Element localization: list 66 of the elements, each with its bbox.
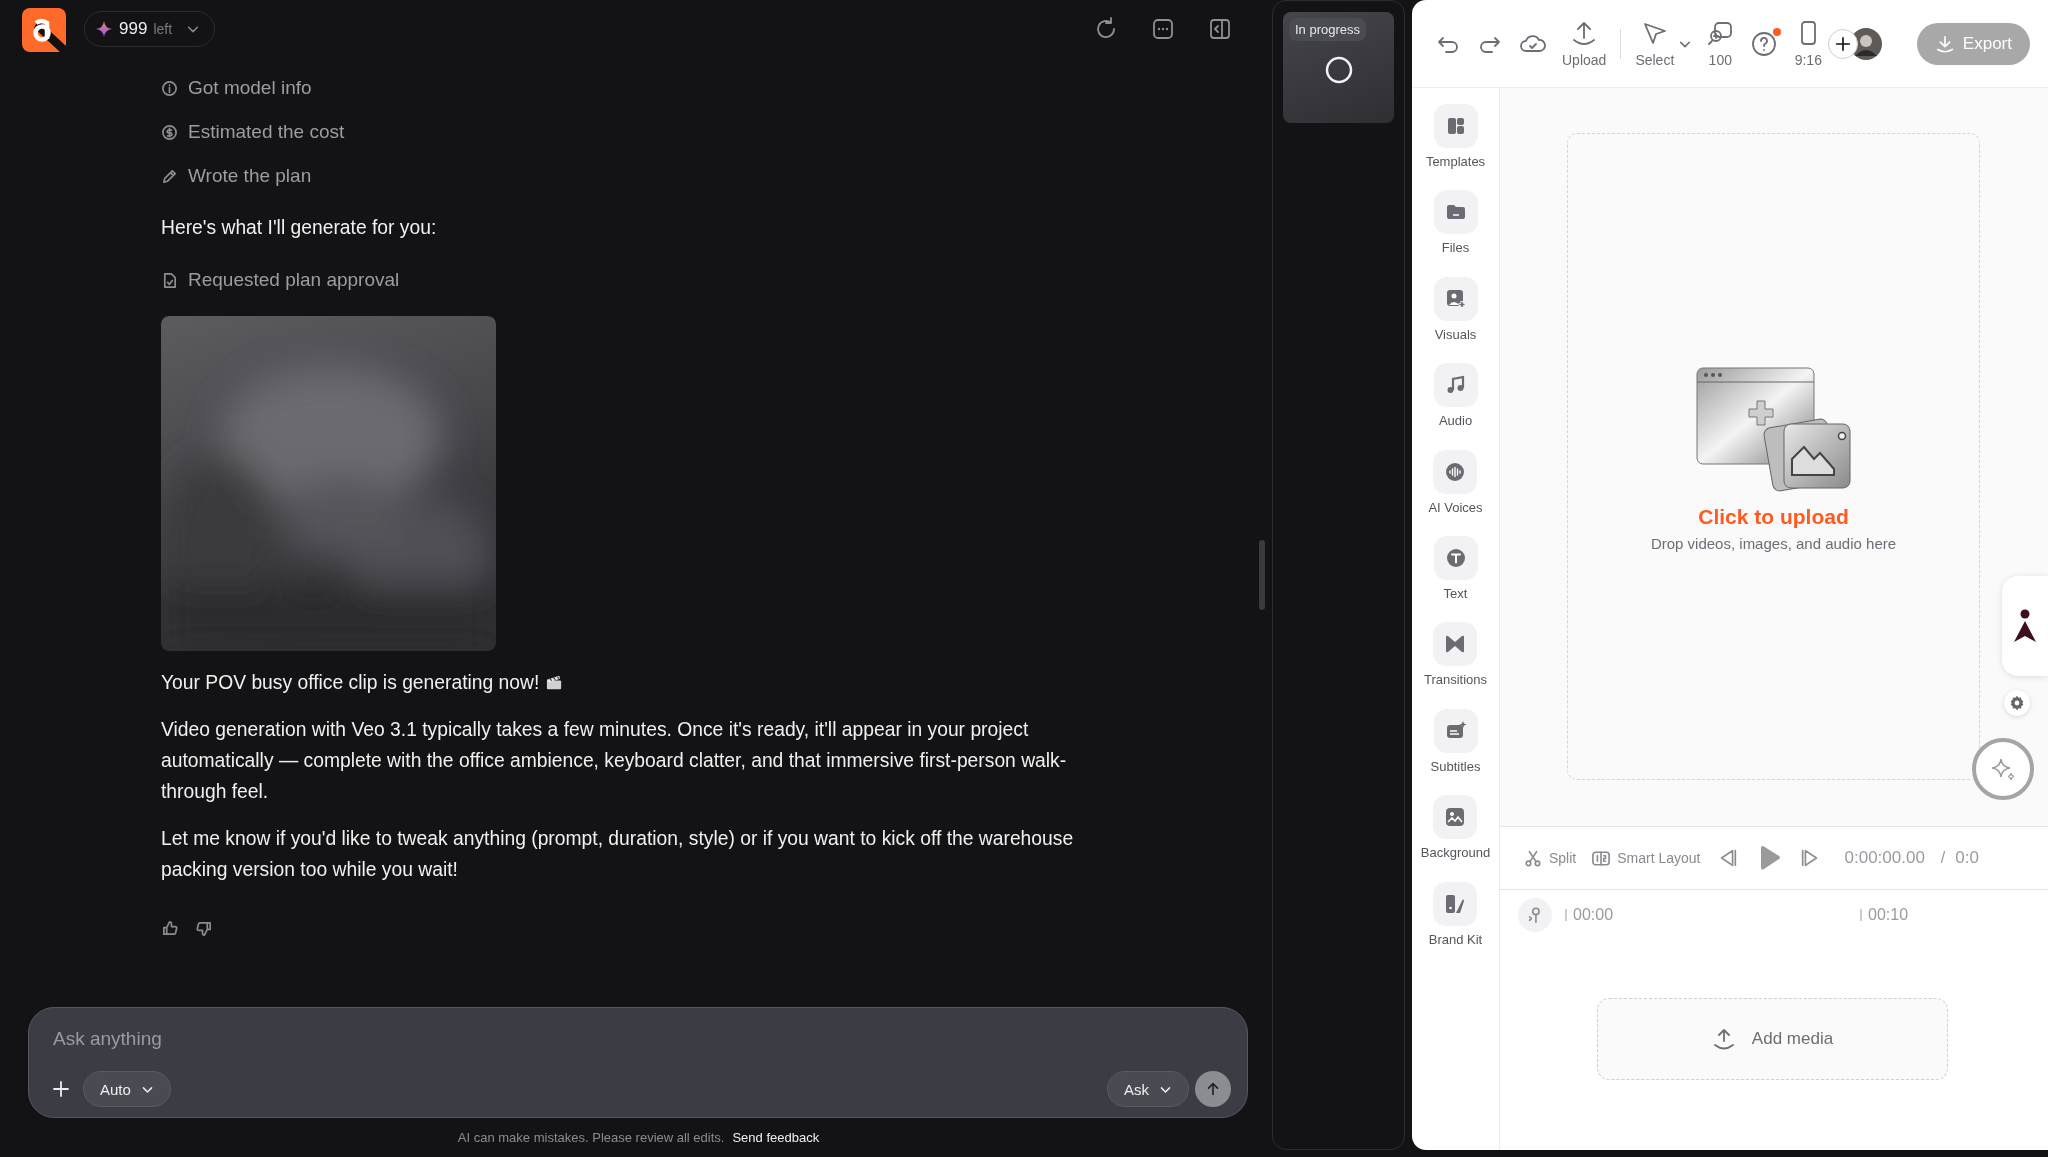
info-icon <box>161 79 178 97</box>
assistant-tab[interactable] <box>2002 576 2048 676</box>
download-icon <box>1934 33 1955 54</box>
status-label: In progress <box>1289 18 1367 41</box>
settings-button[interactable] <box>2004 690 2030 716</box>
upload-hint: Drop videos, images, and audio here <box>1650 535 1897 552</box>
spinner-icon <box>1323 55 1354 85</box>
message-text: Let me know if you'd like to tweak anything (prompt, duration, style) or if you want to kick off the warehouse packing version too while you wait! <box>161 827 1075 882</box>
rail-item[interactable]: Brand Kit <box>1428 881 1483 968</box>
select-tool[interactable]: Select <box>1635 19 1675 68</box>
sparkle-icon <box>95 20 113 38</box>
upload-dropzone[interactable]: Click to upload Drop videos, images, and audio here <box>1567 133 1980 780</box>
ask-dropdown[interactable]: Ask <box>1107 1071 1189 1107</box>
rail-item[interactable]: Templates <box>1425 104 1486 191</box>
settings-icon <box>2009 695 2025 711</box>
step-label: Wrote the plan <box>188 165 312 187</box>
credits-label: left <box>153 21 173 37</box>
job-card[interactable]: In progress <box>1283 12 1394 123</box>
add-media-button[interactable]: Add media <box>1597 998 1948 1080</box>
send-button[interactable] <box>1195 1071 1231 1107</box>
message-text: Your POV busy office clip is generating now! <box>161 671 540 695</box>
step-label: Got model info <box>188 77 312 99</box>
message-input-field[interactable]: Ask anything Auto Ask <box>28 1007 1248 1118</box>
scrollbar[interactable] <box>1259 540 1265 610</box>
thumbs-down-icon[interactable] <box>194 919 213 938</box>
rail-item[interactable]: AI Voices <box>1428 449 1483 536</box>
credits-count: 999 <box>119 19 148 39</box>
aspect-ratio-button[interactable]: 9:16 <box>1794 19 1823 68</box>
disclaimer-text: AI can make mistakes. Please review all edits. <box>457 1130 725 1145</box>
plus-icon <box>1834 34 1853 53</box>
time-tick: 00:00 <box>1565 909 1614 921</box>
time-separator: / <box>1940 849 1946 867</box>
rail-item[interactable]: Background <box>1420 795 1491 882</box>
split-layout-icon <box>1592 850 1611 866</box>
image-icon <box>1444 806 1467 829</box>
image-plus-icon <box>1444 287 1467 310</box>
total-time: 0:0 <box>1955 848 1979 868</box>
voice-wave-icon <box>1444 460 1467 483</box>
current-time: 0:00:00.00 <box>1844 848 1925 868</box>
mode-dropdown[interactable]: Auto <box>83 1071 171 1107</box>
smart-layout-button[interactable]: Smart Layout <box>1592 850 1701 866</box>
step-label: Estimated the cost <box>188 121 345 143</box>
upload-icon <box>1711 1027 1736 1051</box>
upload-title: Click to upload <box>1698 505 1849 529</box>
time-tick: 00:10 <box>1860 909 1909 921</box>
message-text: Here's what I'll generate for you: <box>161 216 437 240</box>
zoom-icon <box>1706 19 1735 48</box>
app-logo <box>22 8 66 52</box>
rail-item[interactable]: Transitions <box>1423 622 1488 709</box>
rail-item[interactable]: Subtitles <box>1430 708 1481 796</box>
feedback-link[interactable]: Send feedback <box>732 1130 820 1145</box>
dollar-icon <box>161 123 178 141</box>
step-label: Requested plan approval <box>188 269 400 291</box>
upload-button[interactable]: Upload <box>1562 19 1607 68</box>
plus-icon[interactable] <box>51 1079 71 1099</box>
pencil-icon <box>161 167 178 185</box>
brand-kit-icon <box>1444 892 1467 915</box>
marker-button[interactable] <box>1518 898 1552 932</box>
split-button[interactable]: Split <box>1524 849 1577 867</box>
zoom-button[interactable]: 100 <box>1706 19 1735 68</box>
scissors-icon <box>1524 849 1542 867</box>
thumbs-up-icon[interactable] <box>161 919 180 938</box>
message-text: Video generation with Veo 3.1 typically takes a few minutes. Once it's ready, it'll appear in your project automatically — complete with the office ambience, keyboard clatter, and that immersive first-person walk-through feel. <box>161 718 1068 804</box>
text-icon <box>1444 546 1467 569</box>
document-check-icon <box>161 271 178 289</box>
add-button[interactable] <box>1828 28 1859 59</box>
